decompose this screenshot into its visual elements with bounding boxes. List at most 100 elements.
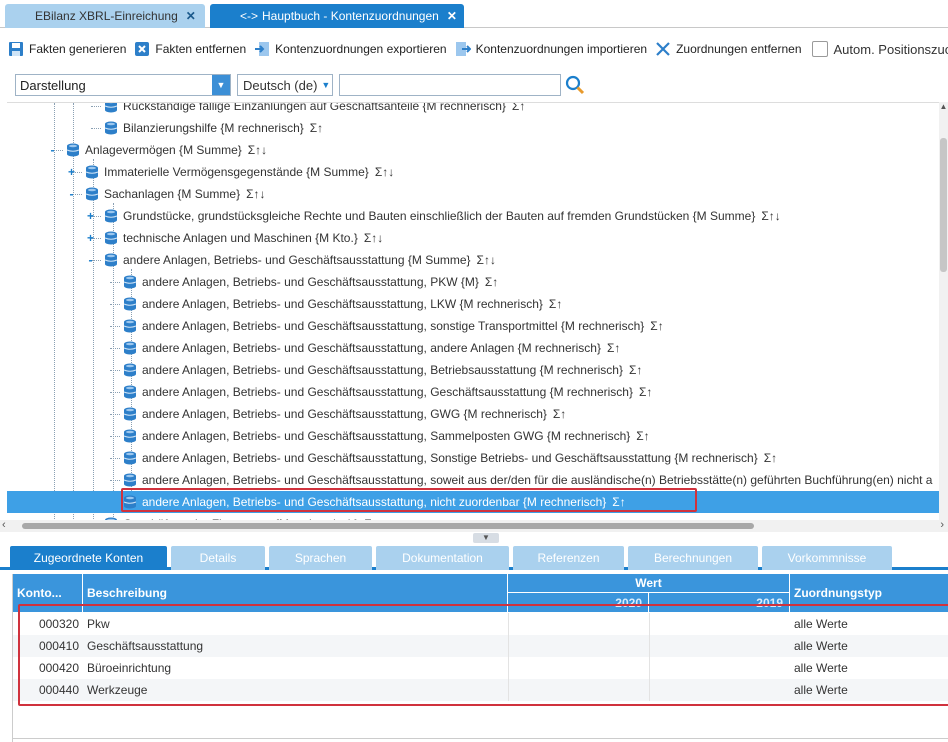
calculation-indicator: Σ↑ [484,275,499,289]
tab-vorkommnisse[interactable]: Vorkommnisse [762,546,892,570]
calculation-indicator: Σ↑↓ [247,143,268,157]
doc-tab-hauptbuch[interactable]: <-> Hauptbuch - Kontenzuordnungen ✕ [210,4,464,28]
scroll-left-icon[interactable]: ‹ [2,519,6,531]
tree-node-label: andere Anlagen, Betriebs- und Geschäftsa… [142,319,645,333]
tab-berechnungen[interactable]: Berechnungen [628,546,758,570]
expand-icon[interactable]: + [85,232,96,244]
calculation-indicator: Σ↑ [763,451,778,465]
tree-node-label: Anlagevermögen {M Summe} [85,143,242,157]
tree-node[interactable]: andere Anlagen, Betriebs- und Geschäftsa… [122,381,652,403]
account-number-cell: 000420 [38,661,79,675]
chevron-down-icon[interactable]: ▼ [212,75,230,95]
tree-node[interactable]: andere Anlagen, Betriebs- und Geschäftsa… [122,337,620,359]
export-button[interactable]: Kontenzuordnungen exportieren [254,37,447,61]
tab-referenzen[interactable]: Referenzen [513,546,624,570]
calculation-indicator: Σ↑ [606,341,621,355]
generate-facts-button[interactable]: Fakten generieren [8,37,126,61]
tree-node[interactable]: andere Anlagen, Betriebs- und Geschäftsa… [122,469,932,491]
database-icon [123,297,137,311]
table-row[interactable]: 000320 Pkw alle Werte [13,613,948,635]
calculation-indicator: Σ↑ [638,385,653,399]
tree-node[interactable]: technische Anlagen und Maschinen {M Kto.… [103,227,383,249]
tree-node[interactable]: andere Anlagen, Betriebs- und Geschäftsa… [122,293,562,315]
checkbox-box[interactable] [811,41,828,57]
scroll-right-icon[interactable]: › [940,519,944,531]
calculation-indicator: Σ↑ [612,495,626,509]
col-wert: Wert [508,574,790,593]
col-year-2020[interactable]: 2020 [508,593,649,612]
scroll-up-icon[interactable]: ▲ [939,102,948,112]
splitter-handle[interactable]: ▼ [473,533,499,543]
tree-node-label: andere Anlagen, Betriebs- und Geschäftsa… [142,451,758,465]
tree-node[interactable]: Rückständige fällige Einzahlungen auf Ge… [103,103,525,117]
tree-node-label: andere Anlagen, Betriebs- und Geschäftsa… [142,407,547,421]
language-select[interactable]: Deutsch (de) ▼ [237,74,333,96]
tree-node[interactable]: andere Anlagen, Betriebs- und Geschäftsa… [122,271,498,293]
tab-details[interactable]: Details [171,546,265,570]
calculation-indicator: Σ↑↓ [476,253,496,267]
remove-assignments-button[interactable]: Zuordnungen entfernen [655,37,802,61]
table-row[interactable]: 000420 Büroeinrichtung alle Werte [13,657,948,679]
tab-dokumentation[interactable]: Dokumentation [376,546,509,570]
search-input[interactable] [339,74,561,96]
tab-zugeordnete-konten[interactable]: Zugeordnete Konten [10,546,167,570]
tree-node[interactable]: andere Anlagen, Betriebs- und Geschäftsa… [7,491,939,513]
import-button[interactable]: Kontenzuordnungen importieren [455,37,647,61]
value-2020-cell [508,635,649,657]
export-label: Kontenzuordnungen exportieren [275,42,447,56]
table-row[interactable]: 000440 Werkzeuge alle Werte [13,679,948,701]
scroll-thumb[interactable] [940,138,947,272]
value-2019-cell [649,679,790,701]
expand-icon[interactable]: + [66,166,77,178]
tree-node[interactable]: andere Anlagen, Betriebs- und Geschäftsa… [122,359,642,381]
col-konto[interactable]: Konto... [13,574,83,612]
tree-node[interactable]: andere Anlagen, Betriebs- und Geschäftsa… [122,315,664,337]
col-beschreibung[interactable]: Beschreibung [83,574,508,612]
col-wert-label: Wert [635,576,662,590]
generate-facts-label: Fakten generieren [29,42,127,56]
tab-sprachen[interactable]: Sprachen [269,546,372,570]
calculation-indicator: Σ↑ [650,319,664,333]
tree-node[interactable]: Bilanzierungshilfe {M rechnerisch} Σ↑ [103,117,323,139]
col-year-2019[interactable]: 2019 [649,593,790,612]
view-select[interactable]: Darstellung ▼ [15,74,231,96]
doc-tab-ebilanz[interactable]: EBilanz XBRL-Einreichung ✕ [5,4,205,28]
tree-node-label: andere Anlagen, Betriebs- und Geschäftsa… [142,495,607,509]
close-icon[interactable]: ✕ [447,9,457,23]
database-icon [104,231,118,245]
remove-facts-button[interactable]: Fakten entfernen [134,37,246,61]
document-tabbar: EBilanz XBRL-Einreichung ✕ <-> Hauptbuch… [0,0,948,28]
taxonomy-tree[interactable]: Rückständige fällige Einzahlungen auf Ge… [7,102,939,520]
tree-node[interactable]: Anlagevermögen {M Summe} Σ↑↓ [65,139,267,161]
collapse-icon[interactable]: - [85,254,96,266]
scroll-thumb[interactable] [22,523,754,529]
tree-node-label: andere Anlagen, Betriebs- und Geschäftsa… [142,275,479,289]
col-zuordnungstyp[interactable]: Zuordnungstyp [790,574,948,612]
value-2019-cell [649,635,790,657]
tree-node[interactable]: andere Anlagen, Betriebs- und Geschäftsa… [122,447,777,469]
collapse-icon[interactable]: - [66,188,77,200]
calculation-indicator: Σ↑↓ [246,187,266,201]
tree-node[interactable]: Immaterielle Vermögensgegenstände {M Sum… [84,161,394,183]
search-icon[interactable] [565,75,585,95]
tree-vertical-scrollbar[interactable]: ▲ [939,102,948,520]
table-row[interactable]: 000410 Geschäftsausstattung alle Werte [13,635,948,657]
database-icon [123,473,137,487]
tree-node[interactable]: Sachanlagen {M Summe} Σ↑↓ [84,183,266,205]
database-icon [85,165,99,179]
tree-node[interactable]: andere Anlagen, Betriebs- und Geschäftsa… [122,403,566,425]
auto-position-checkbox[interactable]: Autom. Positionszuordnu [811,41,948,57]
tree-node[interactable]: Grundstücke, grundstücksgleiche Rechte u… [103,205,781,227]
expand-icon[interactable]: + [85,210,96,222]
collapse-icon[interactable]: - [47,144,58,156]
tree-node[interactable]: Geschäfts- oder Firmenwert {M rechnerisc… [103,513,378,520]
tree-horizontal-scrollbar[interactable]: ‹ › [0,519,948,532]
tree-node[interactable]: andere Anlagen, Betriebs- und Geschäftsa… [122,425,650,447]
database-icon [123,407,137,421]
calculation-indicator: Σ↑↓ [761,209,781,223]
col-year-label: 2019 [756,595,783,610]
grid-header: Konto... Beschreibung Wert 2020 2019 Zuo… [13,574,948,612]
import-label: Kontenzuordnungen importieren [475,42,648,56]
tree-node[interactable]: andere Anlagen, Betriebs- und Geschäftsa… [103,249,496,271]
close-icon[interactable]: ✕ [186,9,196,23]
